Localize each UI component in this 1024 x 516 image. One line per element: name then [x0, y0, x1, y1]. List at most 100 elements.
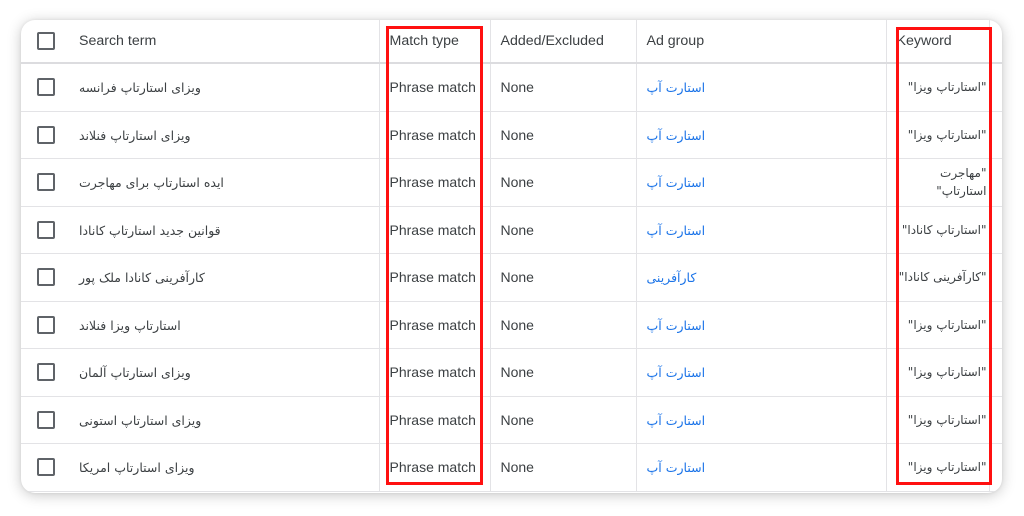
row-select-cell [21, 443, 67, 492]
row-select-cell [21, 348, 67, 397]
ad-group-cell: استارت آپ [636, 301, 887, 349]
added-excluded-cell: None [490, 158, 637, 207]
row-select-cell [21, 253, 67, 302]
table-row: ویزای استارتاپ آلمان Phrase match None ا… [21, 348, 1002, 397]
search-term-cell: کارآفرینی کانادا ملک پور [67, 253, 380, 302]
search-term-cell: ویزای استارتاپ استونی [67, 396, 380, 444]
ad-group-link[interactable]: استارت آپ [647, 223, 706, 238]
table-row: ایده استارتاپ برای مهاجرت Phrase match N… [21, 158, 1002, 207]
search-term-cell: ویزای استارتاپ امریکا [67, 443, 380, 492]
extra-cell [989, 63, 1002, 112]
match-type-cell: Phrase match [379, 443, 491, 492]
search-term-text: ویزای استارتاپ فرانسه [79, 80, 201, 96]
keyword-text: "استارتاپ ویزا" [907, 80, 987, 95]
keyword-cell: "استارتاپ ویزا" [886, 301, 990, 349]
keyword-text: "استارتاپ ویزا" [907, 412, 987, 427]
search-term-text: ویزای استارتاپ استونی [79, 412, 202, 428]
added-excluded-cell: None [490, 348, 637, 397]
added-excluded-cell: None [490, 253, 637, 302]
row-checkbox[interactable] [37, 268, 55, 287]
table-header-row: Search term Match type Added/Excluded Ad… [21, 20, 1002, 64]
ad-group-cell: استارت آپ [636, 63, 887, 112]
header-search-term[interactable]: Search term [67, 20, 380, 64]
keyword-text: "استارتاپ ویزا" [907, 317, 987, 332]
keyword-text: "استارتاپ ویزا" [907, 127, 987, 142]
search-term-text: ویزای استارتاپ آلمان [79, 365, 191, 381]
keyword-text: "استارتاپ کانادا" [901, 222, 987, 237]
table-row: کارآفرینی کانادا ملک پور Phrase match No… [21, 253, 1002, 302]
search-term-text: ویزای استارتاپ فنلاند [79, 127, 191, 143]
ad-group-link[interactable]: استارت آپ [647, 175, 706, 190]
row-select-cell [21, 396, 67, 444]
match-type-cell: Phrase match [379, 253, 491, 302]
extra-cell [989, 253, 1002, 302]
keyword-cell: "استارتاپ ویزا" [886, 348, 990, 397]
search-term-cell: ویزای استارتاپ فنلاند [67, 111, 380, 159]
select-all-checkbox[interactable] [37, 32, 55, 50]
table-row: ویزای استارتاپ فرانسه Phrase match None … [21, 63, 1002, 112]
search-term-cell: ویزای استارتاپ آلمان [67, 348, 380, 397]
table-row: استارتاپ ویزا فنلاند Phrase match None ا… [21, 301, 1002, 349]
row-checkbox[interactable] [37, 220, 55, 239]
added-excluded-cell: None [490, 443, 637, 492]
row-select-cell [21, 158, 67, 207]
added-excluded-cell: None [490, 63, 637, 112]
ad-group-link[interactable]: استارت آپ [647, 460, 706, 475]
extra-cell [989, 301, 1002, 349]
ad-group-link[interactable]: استارت آپ [647, 318, 706, 333]
row-checkbox[interactable] [37, 458, 55, 477]
keyword-text: "مهاجرت استارتاپ" [936, 166, 987, 199]
select-all-cell [21, 20, 67, 64]
header-added-excluded[interactable]: Added/Excluded [490, 20, 637, 64]
ad-group-cell: استارت آپ [636, 158, 887, 207]
match-type-cell: Phrase match [379, 301, 491, 349]
ad-group-link[interactable]: استارت آپ [647, 128, 706, 143]
header-ad-group[interactable]: Ad group [636, 20, 887, 64]
keyword-cell: "استارتاپ ویزا" [886, 63, 990, 112]
added-excluded-cell: None [490, 206, 637, 254]
ad-group-cell: استارت آپ [636, 206, 887, 254]
ad-group-link[interactable]: کارآفرینی [647, 270, 697, 285]
row-select-cell [21, 63, 67, 112]
ad-group-cell: استارت آپ [636, 396, 887, 444]
extra-cell [989, 206, 1002, 254]
ad-group-link[interactable]: استارت آپ [647, 365, 706, 380]
search-term-cell: قوانین جدید استارتاپ کانادا [67, 206, 380, 254]
added-excluded-cell: None [490, 301, 637, 349]
keyword-text: "استارتاپ ویزا" [907, 365, 987, 380]
header-extra [989, 20, 1002, 64]
keyword-cell: "مهاجرت استارتاپ" [886, 158, 990, 207]
match-type-cell: Phrase match [379, 348, 491, 397]
table-row: ویزای استارتاپ استونی Phrase match None … [21, 396, 1002, 444]
row-checkbox[interactable] [37, 315, 55, 334]
row-select-cell [21, 301, 67, 349]
header-keyword[interactable]: Keyword [886, 20, 990, 64]
keyword-cell: "استارتاپ ویزا" [886, 396, 990, 444]
row-checkbox[interactable] [37, 410, 55, 429]
match-type-cell: Phrase match [379, 396, 491, 444]
keyword-text: "کارآفرینی کانادا" [898, 270, 987, 285]
match-type-cell: Phrase match [379, 206, 491, 254]
added-excluded-cell: None [490, 396, 637, 444]
ad-group-cell: استارت آپ [636, 443, 887, 492]
table-row: قوانین جدید استارتاپ کانادا Phrase match… [21, 206, 1002, 254]
search-term-cell: ویزای استارتاپ فرانسه [67, 63, 380, 112]
ad-group-cell: کارآفرینی [636, 253, 887, 302]
row-checkbox[interactable] [37, 363, 55, 382]
header-match-type[interactable]: Match type [379, 20, 491, 64]
ad-group-link[interactable]: استارت آپ [647, 413, 706, 428]
extra-cell [989, 396, 1002, 444]
row-select-cell [21, 206, 67, 254]
ad-group-cell: استارت آپ [636, 111, 887, 159]
ad-group-link[interactable]: استارت آپ [647, 80, 706, 95]
search-terms-card: Search term Match type Added/Excluded Ad… [21, 20, 1002, 493]
row-checkbox[interactable] [37, 173, 55, 192]
search-term-text: استارتاپ ویزا فنلاند [79, 317, 181, 333]
row-checkbox[interactable] [37, 125, 55, 144]
table-row: ویزای استارتاپ امریکا Phrase match None … [21, 443, 1002, 492]
match-type-cell: Phrase match [379, 111, 491, 159]
added-excluded-cell: None [490, 111, 637, 159]
match-type-cell: Phrase match [379, 158, 491, 207]
keyword-cell: "استارتاپ کانادا" [886, 206, 990, 254]
row-checkbox[interactable] [37, 78, 55, 97]
